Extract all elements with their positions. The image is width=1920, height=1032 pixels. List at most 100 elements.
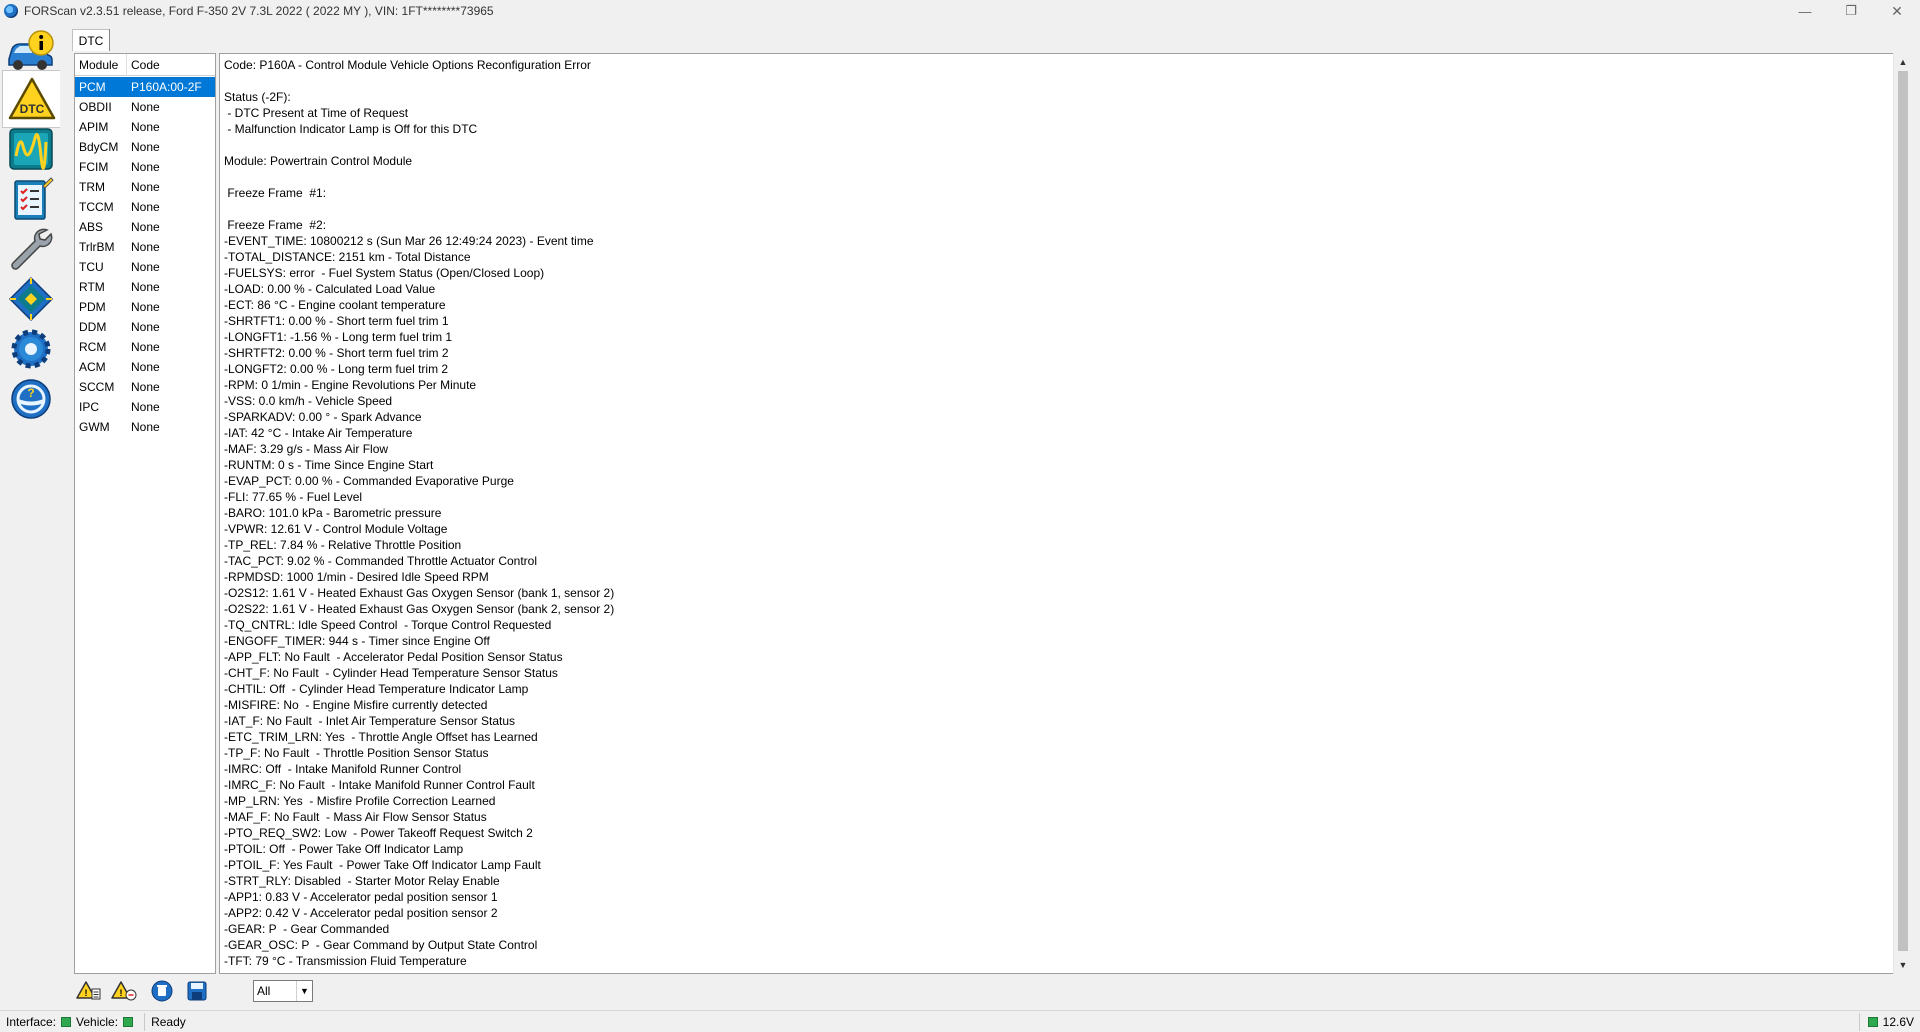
chevron-down-icon: ▼ <box>296 981 312 1001</box>
module-dtc-code: None <box>131 120 160 134</box>
read-dtc-button[interactable]: ! <box>75 978 103 1004</box>
module-row-rtm[interactable]: RTM None <box>75 277 215 297</box>
module-row-trlrbm[interactable]: TrlrBM None <box>75 237 215 257</box>
column-header-module[interactable]: Module <box>75 54 127 76</box>
minimize-button[interactable]: — <box>1782 0 1828 22</box>
detail-line: Freeze Frame #2: <box>224 218 327 232</box>
module-name: ACM <box>79 360 106 374</box>
module-name: TCU <box>79 260 104 274</box>
detail-line: -VSS: 0.0 km/h - Vehicle Speed <box>224 394 393 408</box>
delete-button[interactable] <box>148 978 176 1004</box>
module-dtc-code: None <box>131 300 160 314</box>
left-toolbar: DTC ? <box>0 22 60 1007</box>
detail-line: -MAF_F: No Fault - Mass Air Flow Sensor … <box>224 810 487 824</box>
title-bar: FORScan v2.3.51 release, Ford F-350 2V 7… <box>0 0 1920 22</box>
clear-dtc-icon: ! <box>111 981 137 1001</box>
tab-separator <box>109 29 110 51</box>
module-name: IPC <box>79 400 100 414</box>
app-logo-icon <box>4 4 18 18</box>
detail-line: -BARO: 101.0 kPa - Barometric pressure <box>224 506 442 520</box>
module-row-abs[interactable]: ABS None <box>75 217 215 237</box>
module-dtc-code: None <box>131 280 160 294</box>
detail-line: -O2S12: 1.61 V - Heated Exhaust Gas Oxyg… <box>224 586 615 600</box>
checklist-icon <box>14 177 54 220</box>
module-row-fcim[interactable]: FCIM None <box>75 157 215 177</box>
voltage-value: 12.6V <box>1882 1015 1914 1029</box>
vehicle-led-icon <box>123 1016 134 1027</box>
detail-line <box>224 73 614 89</box>
save-button[interactable] <box>183 978 211 1004</box>
module-row-sccm[interactable]: SCCM None <box>75 377 215 397</box>
module-dtc-code: None <box>131 360 160 374</box>
module-dtc-code: None <box>131 160 160 174</box>
window-title: FORScan v2.3.51 release, Ford F-350 2V 7… <box>24 4 494 18</box>
detail-line <box>224 201 614 217</box>
interface-led-icon <box>61 1016 72 1027</box>
module-row-gwm[interactable]: GWM None <box>75 417 215 437</box>
dtc-details-pane[interactable]: Code: P160A - Control Module Vehicle Opt… <box>219 53 1898 974</box>
detail-line: -TP_REL: 7.84 % - Relative Throttle Posi… <box>224 538 462 552</box>
help-button[interactable]: ? <box>2 370 60 428</box>
column-header-code[interactable]: Code <box>127 54 215 76</box>
module-row-tcu[interactable]: TCU None <box>75 257 215 277</box>
module-row-acm[interactable]: ACM None <box>75 357 215 377</box>
module-row-obdii[interactable]: OBDII None <box>75 97 215 117</box>
detail-line: -TAC_PCT: 9.02 % - Commanded Throttle Ac… <box>224 554 538 568</box>
vehicle-label: Vehicle: <box>76 1014 119 1029</box>
module-name: TRM <box>79 180 105 194</box>
scroll-down-button[interactable]: ▼ <box>1894 956 1912 974</box>
dtc-filter-select[interactable]: All ▼ <box>253 980 313 1002</box>
module-name: PCM <box>79 80 106 94</box>
module-row-apim[interactable]: APIM None <box>75 117 215 137</box>
detail-line: -GEAR: P - Gear Commanded <box>224 922 390 936</box>
voltage-indicator: 12.6V <box>1858 1013 1920 1031</box>
detail-line: -VPWR: 12.61 V - Control Module Voltage <box>224 522 448 536</box>
detail-line: -ENGOFF_TIMER: 944 s - Timer since Engin… <box>224 634 490 648</box>
delete-icon <box>151 980 173 1002</box>
module-row-ddm[interactable]: DDM None <box>75 317 215 337</box>
detail-line: -MISFIRE: No - Engine Misfire currently … <box>224 698 488 712</box>
detail-line: -GEAR_OSC: P - Gear Command by Output St… <box>224 938 538 952</box>
module-name: DDM <box>79 320 107 334</box>
detail-line: -IMRC: Off - Intake Manifold Runner Cont… <box>224 762 462 776</box>
svg-text:?: ? <box>27 386 34 400</box>
module-row-ipc[interactable]: IPC None <box>75 397 215 417</box>
module-row-bdycm[interactable]: BdyCM None <box>75 137 215 157</box>
module-row-trm[interactable]: TRM None <box>75 177 215 197</box>
module-name: TCCM <box>79 200 114 214</box>
module-dtc-code: None <box>131 420 160 434</box>
module-name: APIM <box>79 120 109 134</box>
detail-line: Module: Powertrain Control Module <box>224 154 413 168</box>
module-dtc-code: None <box>131 140 160 154</box>
module-dtc-code: None <box>131 380 160 394</box>
clear-dtc-button[interactable]: ! <box>110 978 138 1004</box>
detail-line: -TP_F: No Fault - Throttle Position Sens… <box>224 746 489 760</box>
status-text: Ready <box>151 1014 186 1029</box>
tab-dtc[interactable]: DTC <box>72 29 110 51</box>
maximize-button[interactable]: ❐ <box>1828 0 1874 22</box>
module-row-tccm[interactable]: TCCM None <box>75 197 215 217</box>
forscan-window: FORScan v2.3.51 release, Ford F-350 2V 7… <box>0 0 1920 1032</box>
scroll-up-button[interactable]: ▲ <box>1894 53 1912 71</box>
detail-line: -APP2: 0.42 V - Accelerator pedal positi… <box>224 906 498 920</box>
module-dtc-code: None <box>131 200 160 214</box>
detail-line: -RPM: 0 1/min - Engine Revolutions Per M… <box>224 378 477 392</box>
scroll-thumb[interactable] <box>1898 71 1908 951</box>
module-row-pcm[interactable]: PCM P160A:00-2F <box>75 77 215 97</box>
detail-line: -SHRTFT1: 0.00 % - Short term fuel trim … <box>224 314 449 328</box>
module-list: Module Code PCM P160A:00-2F OBDII None APIM N… <box>74 53 216 974</box>
module-name: SCCM <box>79 380 115 394</box>
close-button[interactable]: ✕ <box>1874 0 1920 22</box>
save-icon <box>187 981 207 1001</box>
help-steering-icon: ? <box>11 379 51 419</box>
module-dtc-code: None <box>131 400 160 414</box>
detail-line: -SHRTFT2: 0.00 % - Short term fuel trim … <box>224 346 449 360</box>
detail-line: -RPMDSD: 1000 1/min - Desired Idle Speed… <box>224 570 489 584</box>
detail-line: -IAT: 42 °C - Intake Air Temperature <box>224 426 413 440</box>
module-row-pdm[interactable]: PDM None <box>75 297 215 317</box>
detail-line: -TFT: 79 °C - Transmission Fluid Tempera… <box>224 954 467 968</box>
module-row-rcm[interactable]: RCM None <box>75 337 215 357</box>
module-name: TrlrBM <box>79 240 115 254</box>
details-scrollbar[interactable]: ▲ ▼ <box>1893 53 1911 974</box>
module-rows: PCM P160A:00-2F OBDII None APIM None BdyCM None… <box>75 76 215 437</box>
